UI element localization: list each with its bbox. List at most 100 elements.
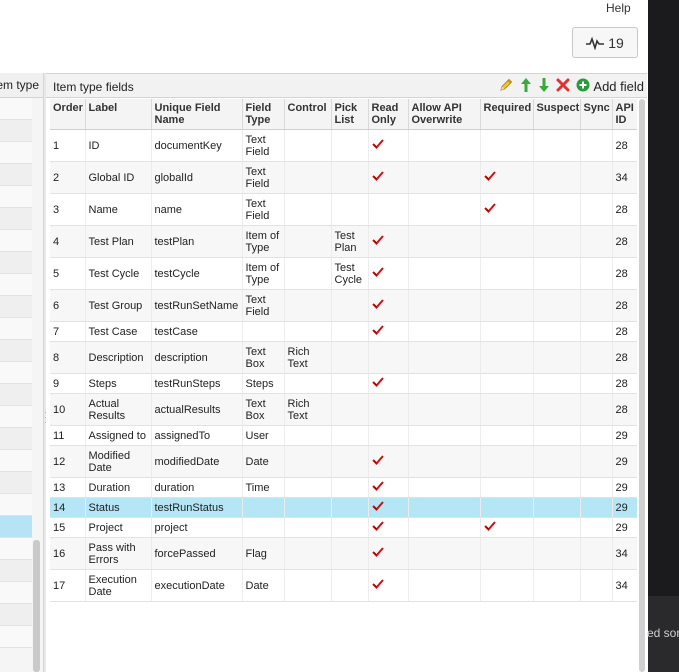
cell-required <box>480 373 534 394</box>
column-header-allow-api-overwrite[interactable]: Allow API Overwrite <box>408 99 481 130</box>
table-row[interactable]: 12 Modified Date modifiedDate Date 29 <box>50 445 637 478</box>
table-row[interactable]: 4 Test Plan testPlan Item of Type Test Plan 2… <box>50 225 637 258</box>
cell-sync <box>580 129 613 162</box>
list-item[interactable] <box>0 208 32 230</box>
cell-required <box>480 477 534 498</box>
list-item[interactable] <box>0 274 32 296</box>
table-row[interactable]: 15 Project project 29 <box>50 517 637 538</box>
cell-unique-field-name: testPlan <box>151 225 243 258</box>
move-down-button[interactable] <box>538 77 550 95</box>
list-item[interactable] <box>0 384 32 406</box>
cell-label: Modified Date <box>85 445 152 478</box>
checkmark-icon <box>371 267 384 280</box>
cell-read-only <box>368 193 409 226</box>
list-item[interactable] <box>0 406 32 428</box>
list-item[interactable] <box>0 120 32 142</box>
cell-suspect <box>533 257 581 290</box>
list-item[interactable] <box>0 252 32 274</box>
list-item[interactable] <box>0 538 32 560</box>
column-header-order[interactable]: Order <box>50 99 86 130</box>
cell-suspect <box>533 129 581 162</box>
cell-suspect <box>533 537 581 570</box>
item-type-list-header: em type <box>0 73 43 98</box>
arrow-down-icon <box>538 77 550 96</box>
column-header-required[interactable]: Required <box>480 99 534 130</box>
help-link[interactable]: Help <box>606 0 636 20</box>
cell-label: Project <box>85 517 152 538</box>
table-row[interactable]: 16 Pass with Errors forcePassed Flag 34 <box>50 537 637 570</box>
table-row[interactable]: 10 Actual Results actualResults Text Box Ric… <box>50 393 637 426</box>
table-row[interactable]: 8 Description description Text Box Rich Text… <box>50 341 637 374</box>
cell-allow-api-overwrite <box>408 129 481 162</box>
column-header-suspect[interactable]: Suspect <box>533 99 581 130</box>
table-row[interactable]: 14 Status testRunStatus 29 <box>50 497 637 518</box>
column-header-field-type[interactable]: Field Type <box>242 99 285 130</box>
add-field-button[interactable]: Add field <box>576 77 644 95</box>
cell-label: ID <box>85 129 152 162</box>
list-item[interactable] <box>0 142 32 164</box>
list-item[interactable] <box>0 604 32 626</box>
cell-sync <box>580 289 613 322</box>
cell-suspect <box>533 341 581 374</box>
table-row[interactable]: 2 Global ID globalId Text Field 34 <box>50 161 637 194</box>
cell-pick-list <box>331 569 369 602</box>
table-row[interactable]: 9 Steps testRunSteps Steps 28 <box>50 373 637 394</box>
cell-unique-field-name: documentKey <box>151 129 243 162</box>
list-item[interactable] <box>0 164 32 186</box>
list-item[interactable] <box>0 318 32 340</box>
cell-suspect <box>533 569 581 602</box>
column-header-api-id[interactable]: API ID <box>612 99 637 130</box>
delete-field-button[interactable] <box>556 77 570 95</box>
cell-pick-list <box>331 517 369 538</box>
list-item[interactable] <box>0 560 32 582</box>
list-item[interactable] <box>0 450 32 472</box>
column-header-read-only[interactable]: Read Only <box>368 99 409 130</box>
cell-order: 8 <box>50 341 86 374</box>
table-row[interactable]: 6 Test Group testRunSetName Text Field 28 <box>50 289 637 322</box>
cell-suspect <box>533 193 581 226</box>
edit-field-button[interactable] <box>498 77 514 95</box>
list-item[interactable] <box>0 582 32 604</box>
fields-grid-scrollbar[interactable] <box>639 99 645 672</box>
cell-unique-field-name: duration <box>151 477 243 498</box>
list-item[interactable] <box>0 626 32 648</box>
fields-grid: Order Label Unique Field Name Field Type… <box>50 99 637 659</box>
cell-read-only <box>368 161 409 194</box>
column-header-pick-list[interactable]: Pick List <box>331 99 369 130</box>
left-scrollbar[interactable] <box>33 540 40 672</box>
column-header-label[interactable]: Label <box>85 99 152 130</box>
column-header-sync[interactable]: Sync <box>580 99 613 130</box>
cell-allow-api-overwrite <box>408 445 481 478</box>
list-item-selected[interactable] <box>0 516 32 538</box>
cell-sync <box>580 257 613 290</box>
list-item[interactable] <box>0 494 32 516</box>
cell-api-id: 28 <box>612 225 637 258</box>
list-item[interactable] <box>0 186 32 208</box>
cell-sync <box>580 321 613 342</box>
cell-control <box>284 129 332 162</box>
checkmark-icon <box>371 481 384 494</box>
list-item[interactable] <box>0 428 32 450</box>
table-row[interactable]: 5 Test Cycle testCycle Item of Type Test Cyc… <box>50 257 637 290</box>
table-row[interactable]: 17 Execution Date executionDate Date 34 <box>50 569 637 602</box>
list-item[interactable] <box>0 362 32 384</box>
list-item[interactable] <box>0 296 32 318</box>
cell-order: 5 <box>50 257 86 290</box>
cell-unique-field-name: executionDate <box>151 569 243 602</box>
list-item[interactable] <box>0 230 32 252</box>
activity-button[interactable]: 19 <box>572 27 638 58</box>
column-header-unique-field-name[interactable]: Unique Field Name <box>151 99 243 130</box>
table-row[interactable]: 13 Duration duration Time 29 <box>50 477 637 498</box>
table-row[interactable]: 11 Assigned to assignedTo User 29 <box>50 425 637 446</box>
table-row[interactable]: 7 Test Case testCase 28 <box>50 321 637 342</box>
column-header-control[interactable]: Control <box>284 99 332 130</box>
cell-field-type <box>242 321 285 342</box>
list-item[interactable] <box>0 98 32 120</box>
cell-pick-list <box>331 393 369 426</box>
table-row[interactable]: 3 Name name Text Field 28 <box>50 193 637 226</box>
move-up-button[interactable] <box>520 77 532 95</box>
list-item[interactable] <box>0 472 32 494</box>
list-item[interactable] <box>0 340 32 362</box>
cell-order: 9 <box>50 373 86 394</box>
table-row[interactable]: 1 ID documentKey Text Field 28 <box>50 129 637 162</box>
